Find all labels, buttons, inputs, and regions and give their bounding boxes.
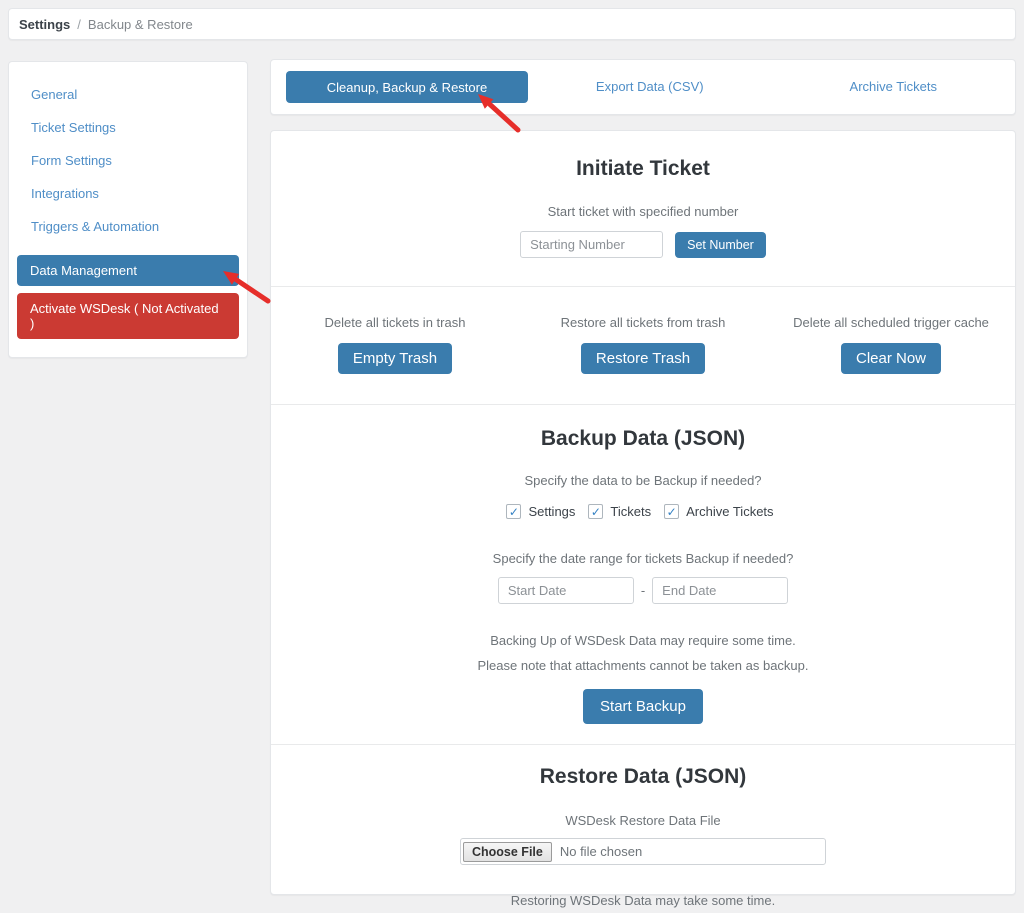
start-backup-button[interactable]: Start Backup: [583, 689, 703, 724]
settings-page: Settings / Backup & Restore General Tick…: [0, 0, 1024, 913]
tab-export-data-wrap: Export Data (CSV): [528, 78, 772, 96]
restore-data-section: Restore Data (JSON) WSDesk Restore Data …: [271, 745, 1015, 913]
no-file-chosen-text: No file chosen: [560, 844, 642, 859]
backup-date-range-row: -: [271, 577, 1015, 604]
sidebar-item-data-management[interactable]: Data Management: [17, 255, 239, 286]
date-range-separator: -: [641, 583, 645, 598]
restore-file-label: WSDesk Restore Data File: [271, 813, 1015, 828]
archive-tickets-checkbox-label[interactable]: Archive Tickets: [686, 504, 773, 519]
tickets-checkbox-label[interactable]: Tickets: [610, 504, 651, 519]
clear-cache-column: Delete all scheduled trigger cache Clear…: [767, 315, 1015, 374]
end-date-input[interactable]: [652, 577, 788, 604]
checkbox-checked-icon: ✓: [509, 506, 519, 518]
sidebar-item-general[interactable]: General: [17, 78, 239, 111]
empty-trash-button[interactable]: Empty Trash: [338, 343, 452, 374]
settings-checkbox[interactable]: ✓: [506, 504, 521, 519]
breadcrumb-current-page: Backup & Restore: [88, 17, 193, 32]
initiate-ticket-section: Initiate Ticket Start ticket with specif…: [271, 131, 1015, 286]
sidebar-item-form-settings[interactable]: Form Settings: [17, 144, 239, 177]
backup-data-label: Specify the data to be Backup if needed?: [271, 473, 1015, 488]
tab-archive-tickets[interactable]: Archive Tickets: [850, 79, 937, 94]
restore-note: Restoring WSDesk Data may take some time…: [271, 893, 1015, 908]
backup-note-1: Backing Up of WSDesk Data may require so…: [271, 633, 1015, 648]
checkbox-checked-icon: ✓: [667, 506, 677, 518]
sidebar-item-ticket-settings[interactable]: Ticket Settings: [17, 111, 239, 144]
clear-cache-label: Delete all scheduled trigger cache: [767, 315, 1015, 330]
breadcrumb-separator: /: [77, 17, 81, 32]
empty-trash-label: Delete all tickets in trash: [271, 315, 519, 330]
backup-data-title: Backup Data (JSON): [271, 427, 1015, 451]
empty-trash-column: Delete all tickets in trash Empty Trash: [271, 315, 519, 374]
tab-cleanup-backup-restore[interactable]: Cleanup, Backup & Restore: [286, 71, 528, 103]
breadcrumb: Settings / Backup & Restore: [8, 8, 1016, 40]
backup-note-2: Please note that attachments cannot be t…: [271, 658, 1015, 673]
restore-trash-column: Restore all tickets from trash Restore T…: [519, 315, 767, 374]
tab-export-data-csv[interactable]: Export Data (CSV): [596, 79, 704, 94]
restore-file-input[interactable]: Choose File No file chosen: [460, 838, 826, 865]
settings-sidebar: General Ticket Settings Form Settings In…: [8, 61, 248, 358]
cleanup-actions-row: Delete all tickets in trash Empty Trash …: [271, 287, 1015, 404]
tab-archive-tickets-wrap: Archive Tickets: [772, 78, 1016, 96]
sidebar-item-integrations[interactable]: Integrations: [17, 177, 239, 210]
start-date-input[interactable]: [498, 577, 634, 604]
activate-wsdesk-button[interactable]: Activate WSDesk ( Not Activated ): [17, 293, 239, 339]
initiate-ticket-title: Initiate Ticket: [271, 157, 1015, 181]
archive-tickets-checkbox[interactable]: ✓: [664, 504, 679, 519]
sidebar-item-triggers-automation[interactable]: Triggers & Automation: [17, 210, 239, 243]
checkbox-checked-icon: ✓: [591, 506, 601, 518]
choose-file-button[interactable]: Choose File: [463, 842, 552, 862]
starting-number-input[interactable]: [520, 231, 663, 258]
settings-checkbox-label[interactable]: Settings: [528, 504, 575, 519]
restore-trash-label: Restore all tickets from trash: [519, 315, 767, 330]
breadcrumb-settings[interactable]: Settings: [19, 17, 70, 32]
backup-date-range-label: Specify the date range for tickets Backu…: [271, 551, 1015, 566]
tickets-checkbox[interactable]: ✓: [588, 504, 603, 519]
restore-trash-button[interactable]: Restore Trash: [581, 343, 705, 374]
cleanup-backup-restore-panel: Initiate Ticket Start ticket with specif…: [270, 130, 1016, 895]
data-management-tabs: Cleanup, Backup & Restore Export Data (C…: [270, 59, 1016, 115]
restore-data-title: Restore Data (JSON): [271, 765, 1015, 789]
clear-now-button[interactable]: Clear Now: [841, 343, 941, 374]
backup-data-section: Backup Data (JSON) Specify the data to b…: [271, 405, 1015, 744]
set-number-button[interactable]: Set Number: [675, 232, 766, 258]
backup-data-checkboxes: ✓ Settings ✓ Tickets ✓ Archive Tickets: [271, 504, 1015, 519]
starting-number-label: Start ticket with specified number: [271, 204, 1015, 219]
